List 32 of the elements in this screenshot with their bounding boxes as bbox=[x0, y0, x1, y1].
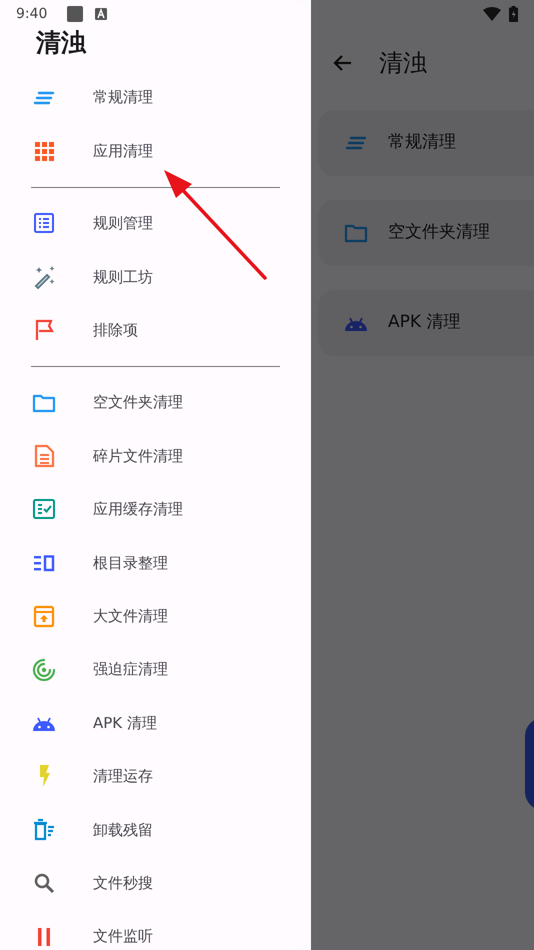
drawer-item[interactable]: 清理运存 bbox=[0, 750, 311, 804]
trash-icon bbox=[32, 818, 56, 842]
radar-icon bbox=[32, 658, 56, 682]
drawer-item[interactable]: 强迫症清理 bbox=[0, 642, 311, 696]
drawer-item[interactable]: 应用缓存清理 bbox=[0, 482, 311, 536]
drawer-item[interactable]: 文件秒搜 bbox=[0, 856, 311, 910]
keyboard-icon bbox=[95, 8, 108, 20]
grid-icon bbox=[32, 139, 56, 164]
drawer-item[interactable]: 大文件清理 bbox=[0, 590, 311, 643]
app-title: 清浊 bbox=[379, 48, 427, 79]
archive-icon bbox=[32, 604, 56, 628]
battery-icon bbox=[509, 6, 518, 22]
drawer-item[interactable]: 卸载残留 bbox=[0, 803, 311, 856]
drawer-item[interactable]: 规则工坊 bbox=[0, 250, 311, 304]
drawer-item[interactable]: 排除项 bbox=[0, 304, 311, 357]
status-time: 9:40 bbox=[16, 4, 48, 24]
magic-wand-icon bbox=[32, 264, 56, 289]
drawer-item[interactable]: 根目录整理 bbox=[0, 536, 311, 590]
checklist-icon bbox=[32, 497, 56, 522]
drawer-title: 清浊 bbox=[34, 28, 88, 59]
drawer-item[interactable]: 规则管理 bbox=[0, 196, 311, 250]
drawer-item[interactable]: 碎片文件清理 bbox=[0, 429, 311, 483]
drawer-item[interactable]: 空文件夹清理 bbox=[0, 376, 311, 430]
notification-icon bbox=[67, 6, 84, 22]
wifi-icon bbox=[483, 7, 501, 21]
drawer-item[interactable]: 文件监听 bbox=[0, 910, 311, 950]
drawer-item[interactable]: APK 清理 bbox=[0, 696, 311, 750]
list-icon bbox=[32, 211, 56, 236]
drawer-item[interactable]: 常规清理 bbox=[0, 71, 311, 124]
drawer-item[interactable]: 应用清理 bbox=[0, 124, 311, 178]
document-icon bbox=[32, 444, 56, 468]
search-icon bbox=[32, 871, 56, 896]
